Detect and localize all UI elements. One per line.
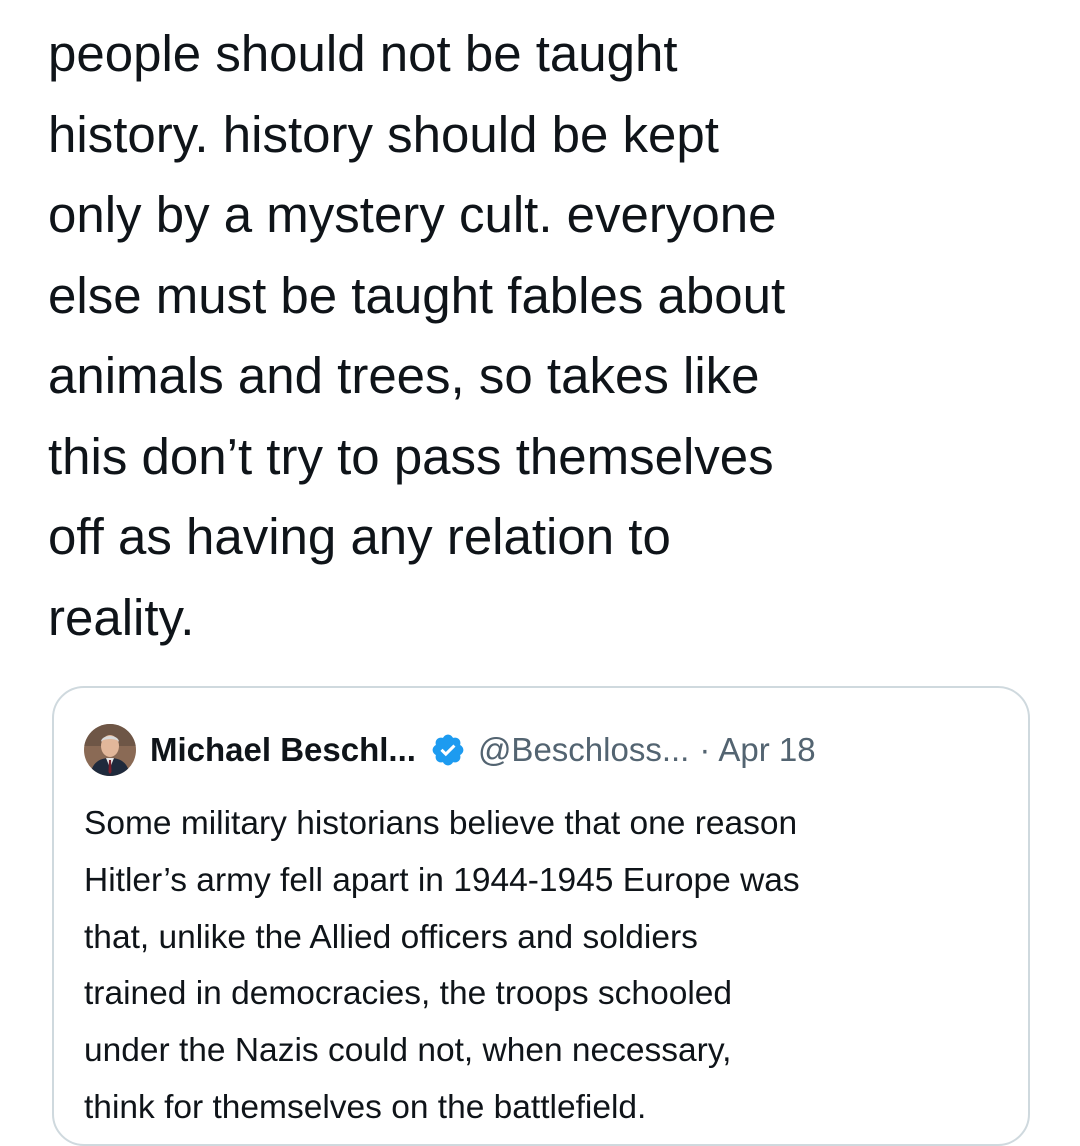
quoted-tweet-header: Michael Beschl... @Beschloss... · Apr 18 [84, 722, 816, 778]
author-handle[interactable]: @Beschloss... [478, 731, 689, 769]
verified-check-icon [432, 734, 464, 766]
post-date[interactable]: Apr 18 [718, 731, 815, 769]
author-name[interactable]: Michael Beschl... [150, 731, 416, 769]
separator-dot: · [699, 731, 711, 768]
quoted-tweet-card[interactable]: Michael Beschl... @Beschloss... · Apr 18… [52, 686, 1030, 1146]
author-avatar[interactable] [84, 724, 136, 776]
quoted-tweet-text: Some military historians believe that on… [84, 805, 800, 1126]
tweet-text: people should not be taught history. his… [48, 25, 786, 646]
